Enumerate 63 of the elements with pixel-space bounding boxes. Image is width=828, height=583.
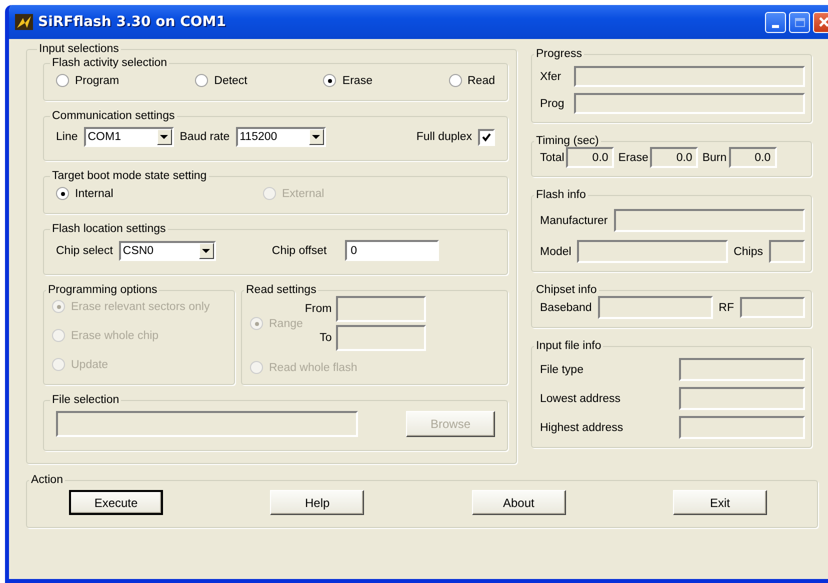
rf-field — [740, 297, 805, 318]
field-label: Xfer — [540, 70, 562, 82]
field-label: Prog — [540, 98, 566, 110]
time-field: 0.0 — [728, 147, 777, 168]
minimize-button[interactable] — [765, 12, 786, 32]
group-label: Programming options — [47, 284, 158, 296]
close-icon[interactable] — [816, 15, 828, 29]
group-label: Action — [30, 474, 64, 486]
group-label: Timing (sec) — [535, 135, 600, 147]
checkbox-label: Full duplex — [416, 131, 472, 143]
group-label: Flash location settings — [51, 223, 167, 235]
field-label: Chips — [734, 246, 763, 258]
radio-option[interactable]: Detect — [195, 74, 248, 87]
chip-select-dropdown[interactable]: CSN0 — [118, 240, 216, 260]
field-label: Erase — [618, 152, 648, 164]
field-label: Baud rate — [180, 131, 230, 143]
field-label: Chip offset — [272, 244, 327, 256]
radio-option[interactable]: Internal — [56, 187, 263, 200]
field-label: Highest address — [540, 422, 624, 434]
field-label: Manufacturer — [540, 214, 608, 226]
lightning-icon — [15, 14, 33, 30]
group-label: Flash activity selection — [51, 57, 168, 69]
baud-rate-dropdown[interactable]: 115200 — [236, 127, 326, 147]
group-label: Input file info — [535, 340, 602, 352]
maximize-button[interactable] — [789, 12, 810, 32]
field-label: Model — [540, 246, 572, 258]
to-field[interactable] — [336, 325, 426, 351]
check-icon[interactable] — [482, 132, 491, 142]
field-label: Lowest address — [540, 392, 621, 404]
field-label: Baseband — [540, 302, 592, 314]
field-label: From — [304, 303, 332, 315]
close-button[interactable] — [813, 12, 828, 32]
action-button[interactable]: Help — [270, 490, 364, 515]
action-button[interactable]: Execute — [69, 490, 163, 515]
group-label: File selection — [51, 394, 120, 406]
field-label: To — [320, 332, 332, 344]
group-label: Chipset info — [535, 284, 598, 296]
from-field[interactable] — [336, 296, 426, 322]
field-label: Burn — [702, 152, 727, 164]
line-dropdown[interactable]: COM1 — [84, 127, 174, 147]
group-label: Progress — [535, 48, 584, 60]
field-label: Line — [56, 131, 78, 143]
field-label: Total — [540, 152, 564, 164]
chips-field — [769, 240, 805, 263]
field-label: Chip select — [56, 244, 113, 256]
group-label: Input selections — [38, 43, 120, 55]
file-path-field[interactable] — [56, 411, 358, 437]
full-duplex-checkbox[interactable] — [478, 128, 495, 146]
radio-option[interactable]: Erase — [323, 74, 372, 87]
chip-offset-field[interactable]: 0 — [344, 240, 439, 261]
action-button[interactable]: Exit — [672, 490, 767, 515]
radio-option[interactable]: Read — [448, 74, 495, 87]
group-label: Read settings — [245, 284, 318, 296]
field-label: File type — [540, 364, 584, 376]
group-label: Target boot mode state setting — [51, 170, 208, 182]
group-label: Flash info — [535, 189, 587, 201]
window-title: SiRFflash 3.30 on COM1 — [38, 14, 226, 30]
group-label: Communication settings — [51, 110, 176, 122]
time-field: 0.0 — [566, 147, 614, 168]
radio-option[interactable]: Program — [56, 74, 120, 87]
field-label: RF — [718, 302, 734, 314]
time-field: 0.0 — [650, 147, 698, 168]
action-button[interactable]: About — [472, 490, 566, 515]
